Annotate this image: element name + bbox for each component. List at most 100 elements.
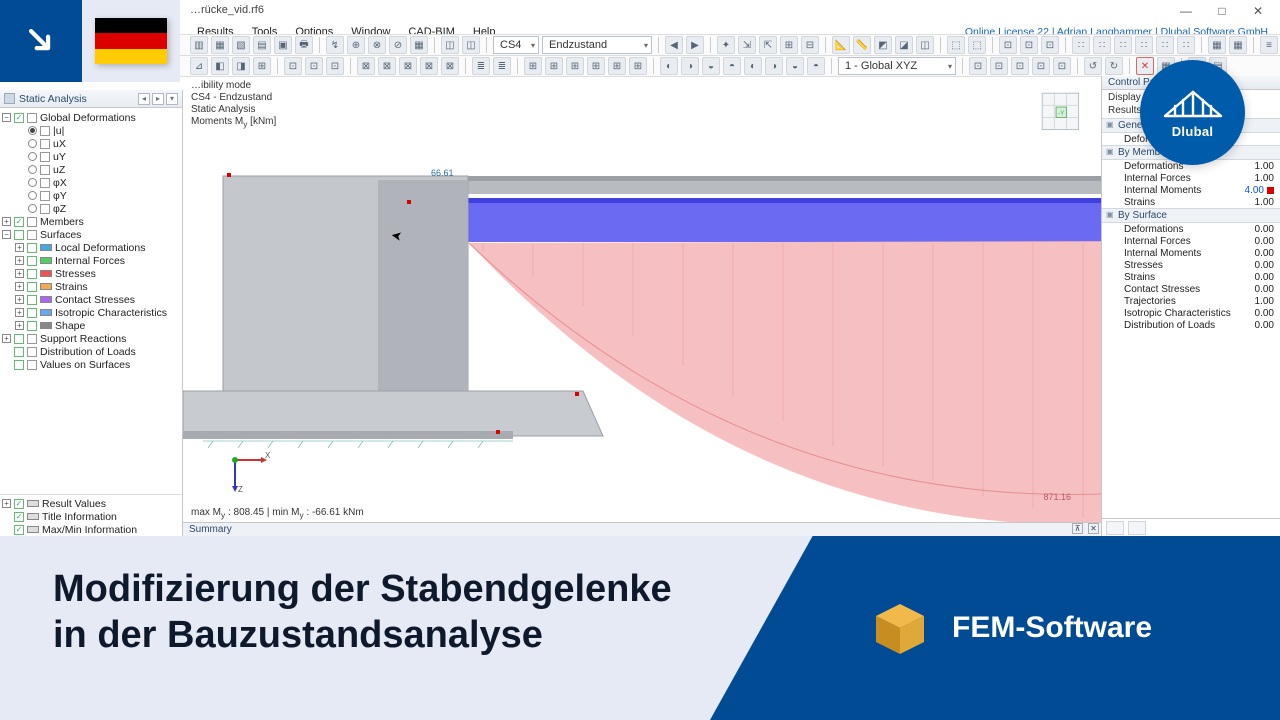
tree-cb[interactable] <box>40 165 50 175</box>
cp-row[interactable]: Distribution of Loads0.00 <box>1102 319 1280 331</box>
tree-result-values[interactable]: Result Values <box>42 498 106 510</box>
tb-icon[interactable]: ◒ <box>702 57 720 75</box>
tree-iso-characteristics[interactable]: Isotropic Characteristics <box>55 307 167 319</box>
tb-icon[interactable]: ◑ <box>765 57 783 75</box>
tree-item-uy[interactable]: uY <box>53 151 66 163</box>
tb-icon[interactable]: ▤ <box>253 36 271 54</box>
tree-radio[interactable] <box>28 204 37 213</box>
tree-strains[interactable]: Strains <box>55 281 88 293</box>
tree-checkbox[interactable] <box>14 360 24 370</box>
tree-checkbox[interactable] <box>27 256 37 266</box>
tb-icon[interactable]: ▣ <box>274 36 292 54</box>
tb-icon[interactable]: ⊞ <box>566 57 584 75</box>
tree-dist-loads[interactable]: Distribution of Loads <box>40 346 136 358</box>
tb-icon[interactable]: ◧ <box>211 57 229 75</box>
tb-icon[interactable]: ⬚ <box>968 36 986 54</box>
tree-global-deformations[interactable]: Global Deformations <box>40 112 136 124</box>
combo-axis-system[interactable]: 1 - Global XYZ <box>838 57 956 75</box>
tree-checkbox[interactable] <box>14 334 24 344</box>
tree-cb[interactable] <box>27 347 37 357</box>
tb-icon[interactable]: ⊞ <box>253 57 271 75</box>
summary-tab[interactable]: Summary ⊼ ✕ <box>183 522 1101 536</box>
tree-checkbox[interactable] <box>27 321 37 331</box>
tb-delete-icon[interactable]: ✕ <box>1136 57 1154 75</box>
cp-row[interactable]: Strains1.00 <box>1102 196 1280 208</box>
tb-icon[interactable]: ▧ <box>232 36 250 54</box>
tree-item-phiz[interactable]: φZ <box>53 203 66 215</box>
tb-icon[interactable]: ⊕ <box>347 36 365 54</box>
cp-row[interactable]: Internal Moments0.00 <box>1102 247 1280 259</box>
tree-cb[interactable] <box>40 152 50 162</box>
tb-icon[interactable]: ⊠ <box>441 57 459 75</box>
tree-cb[interactable] <box>40 126 50 136</box>
tb-icon[interactable]: ⊠ <box>378 57 396 75</box>
tb-icon[interactable]: ⊡ <box>1020 36 1038 54</box>
cp-group-by-surface[interactable]: By Surface <box>1102 208 1280 223</box>
tree-stresses[interactable]: Stresses <box>55 268 96 280</box>
cp-row[interactable]: Trajectories1.00 <box>1102 295 1280 307</box>
tb-icon[interactable]: ▦ <box>410 36 428 54</box>
tree-local-deformations[interactable]: Local Deformations <box>55 242 145 254</box>
tb-icon[interactable]: ↺ <box>1084 57 1102 75</box>
tree-radio[interactable] <box>28 191 37 200</box>
tb-icon[interactable]: ⇱ <box>759 36 777 54</box>
tb-icon[interactable]: ▦ <box>211 36 229 54</box>
tree-internal-forces[interactable]: Internal Forces <box>55 255 125 267</box>
tree-title-info[interactable]: Title Information <box>42 511 117 523</box>
tree-cb[interactable] <box>27 334 37 344</box>
tb-icon[interactable]: ⊡ <box>326 57 344 75</box>
tree-checkbox[interactable] <box>27 308 37 318</box>
tb-icon[interactable]: ⊡ <box>1041 36 1059 54</box>
tb-icon[interactable]: ⊡ <box>1032 57 1050 75</box>
tb-icon[interactable]: ∷ <box>1156 36 1174 54</box>
cp-row[interactable]: Contact Stresses0.00 <box>1102 283 1280 295</box>
tb-icon[interactable]: ⊘ <box>389 36 407 54</box>
tb-icon[interactable]: ▥ <box>190 36 208 54</box>
tree-surfaces[interactable]: Surfaces <box>40 229 81 241</box>
tb-icon[interactable]: ◐ <box>660 57 678 75</box>
tb-icon[interactable]: ◓ <box>807 57 825 75</box>
tb-icon[interactable]: ⊞ <box>780 36 798 54</box>
tb-icon[interactable]: ↯ <box>326 36 344 54</box>
tree-cb[interactable] <box>27 230 37 240</box>
tree-expander[interactable]: + <box>15 256 24 265</box>
tree-checkbox-gray[interactable] <box>27 113 37 123</box>
tb-icon[interactable]: ◨ <box>232 57 250 75</box>
tb-icon[interactable]: ⊡ <box>305 57 323 75</box>
tree-checkbox[interactable] <box>27 282 37 292</box>
tb-icon[interactable]: ◀ <box>665 36 683 54</box>
tb-icon[interactable]: ⊞ <box>629 57 647 75</box>
cp-row-internal-moments[interactable]: Internal Moments4.00 <box>1102 184 1280 196</box>
tb-icon[interactable]: ⊠ <box>357 57 375 75</box>
tree-support-reactions[interactable]: Support Reactions <box>40 333 126 345</box>
tb-pointer-icon[interactable]: ✦ <box>717 36 735 54</box>
tb-icon[interactable]: ∷ <box>1072 36 1090 54</box>
tb-icon[interactable]: ◩ <box>874 36 892 54</box>
tb-icon[interactable]: ⊡ <box>284 57 302 75</box>
cp-row[interactable]: Strains0.00 <box>1102 271 1280 283</box>
tree-members[interactable]: Members <box>40 216 84 228</box>
tb-icon[interactable]: ⊟ <box>801 36 819 54</box>
tb-icon[interactable]: ⬚ <box>947 36 965 54</box>
tb-icon[interactable]: ≡ <box>1260 36 1278 54</box>
window-minimize-button[interactable]: — <box>1168 1 1204 21</box>
tree-maxmin-info[interactable]: Max/Min Information <box>42 524 137 536</box>
tree-expander[interactable]: + <box>15 269 24 278</box>
tb-print-icon[interactable]: 🖶 <box>295 36 313 54</box>
tree-expander[interactable]: − <box>2 113 11 122</box>
tree-expander[interactable]: − <box>2 230 11 239</box>
window-maximize-button[interactable]: □ <box>1204 1 1240 21</box>
tb-icon[interactable]: ⊡ <box>999 36 1017 54</box>
tree-item-u[interactable]: |u| <box>53 125 64 137</box>
tree-item-phiy[interactable]: φY <box>53 190 67 202</box>
tree-checkbox[interactable] <box>14 230 24 240</box>
tb-icon[interactable]: ⊿ <box>190 57 208 75</box>
tree-checkbox[interactable] <box>14 499 24 509</box>
tree-expander[interactable]: + <box>2 217 11 226</box>
tb-icon[interactable]: ⊠ <box>420 57 438 75</box>
tb-icon[interactable]: ⊡ <box>969 57 987 75</box>
tree-checkbox[interactable] <box>27 269 37 279</box>
tb-icon[interactable]: ◪ <box>895 36 913 54</box>
model-viewport[interactable]: …ibility mode CS4 - Endzustand Static An… <box>183 76 1101 536</box>
tb-icon[interactable]: ◓ <box>723 57 741 75</box>
